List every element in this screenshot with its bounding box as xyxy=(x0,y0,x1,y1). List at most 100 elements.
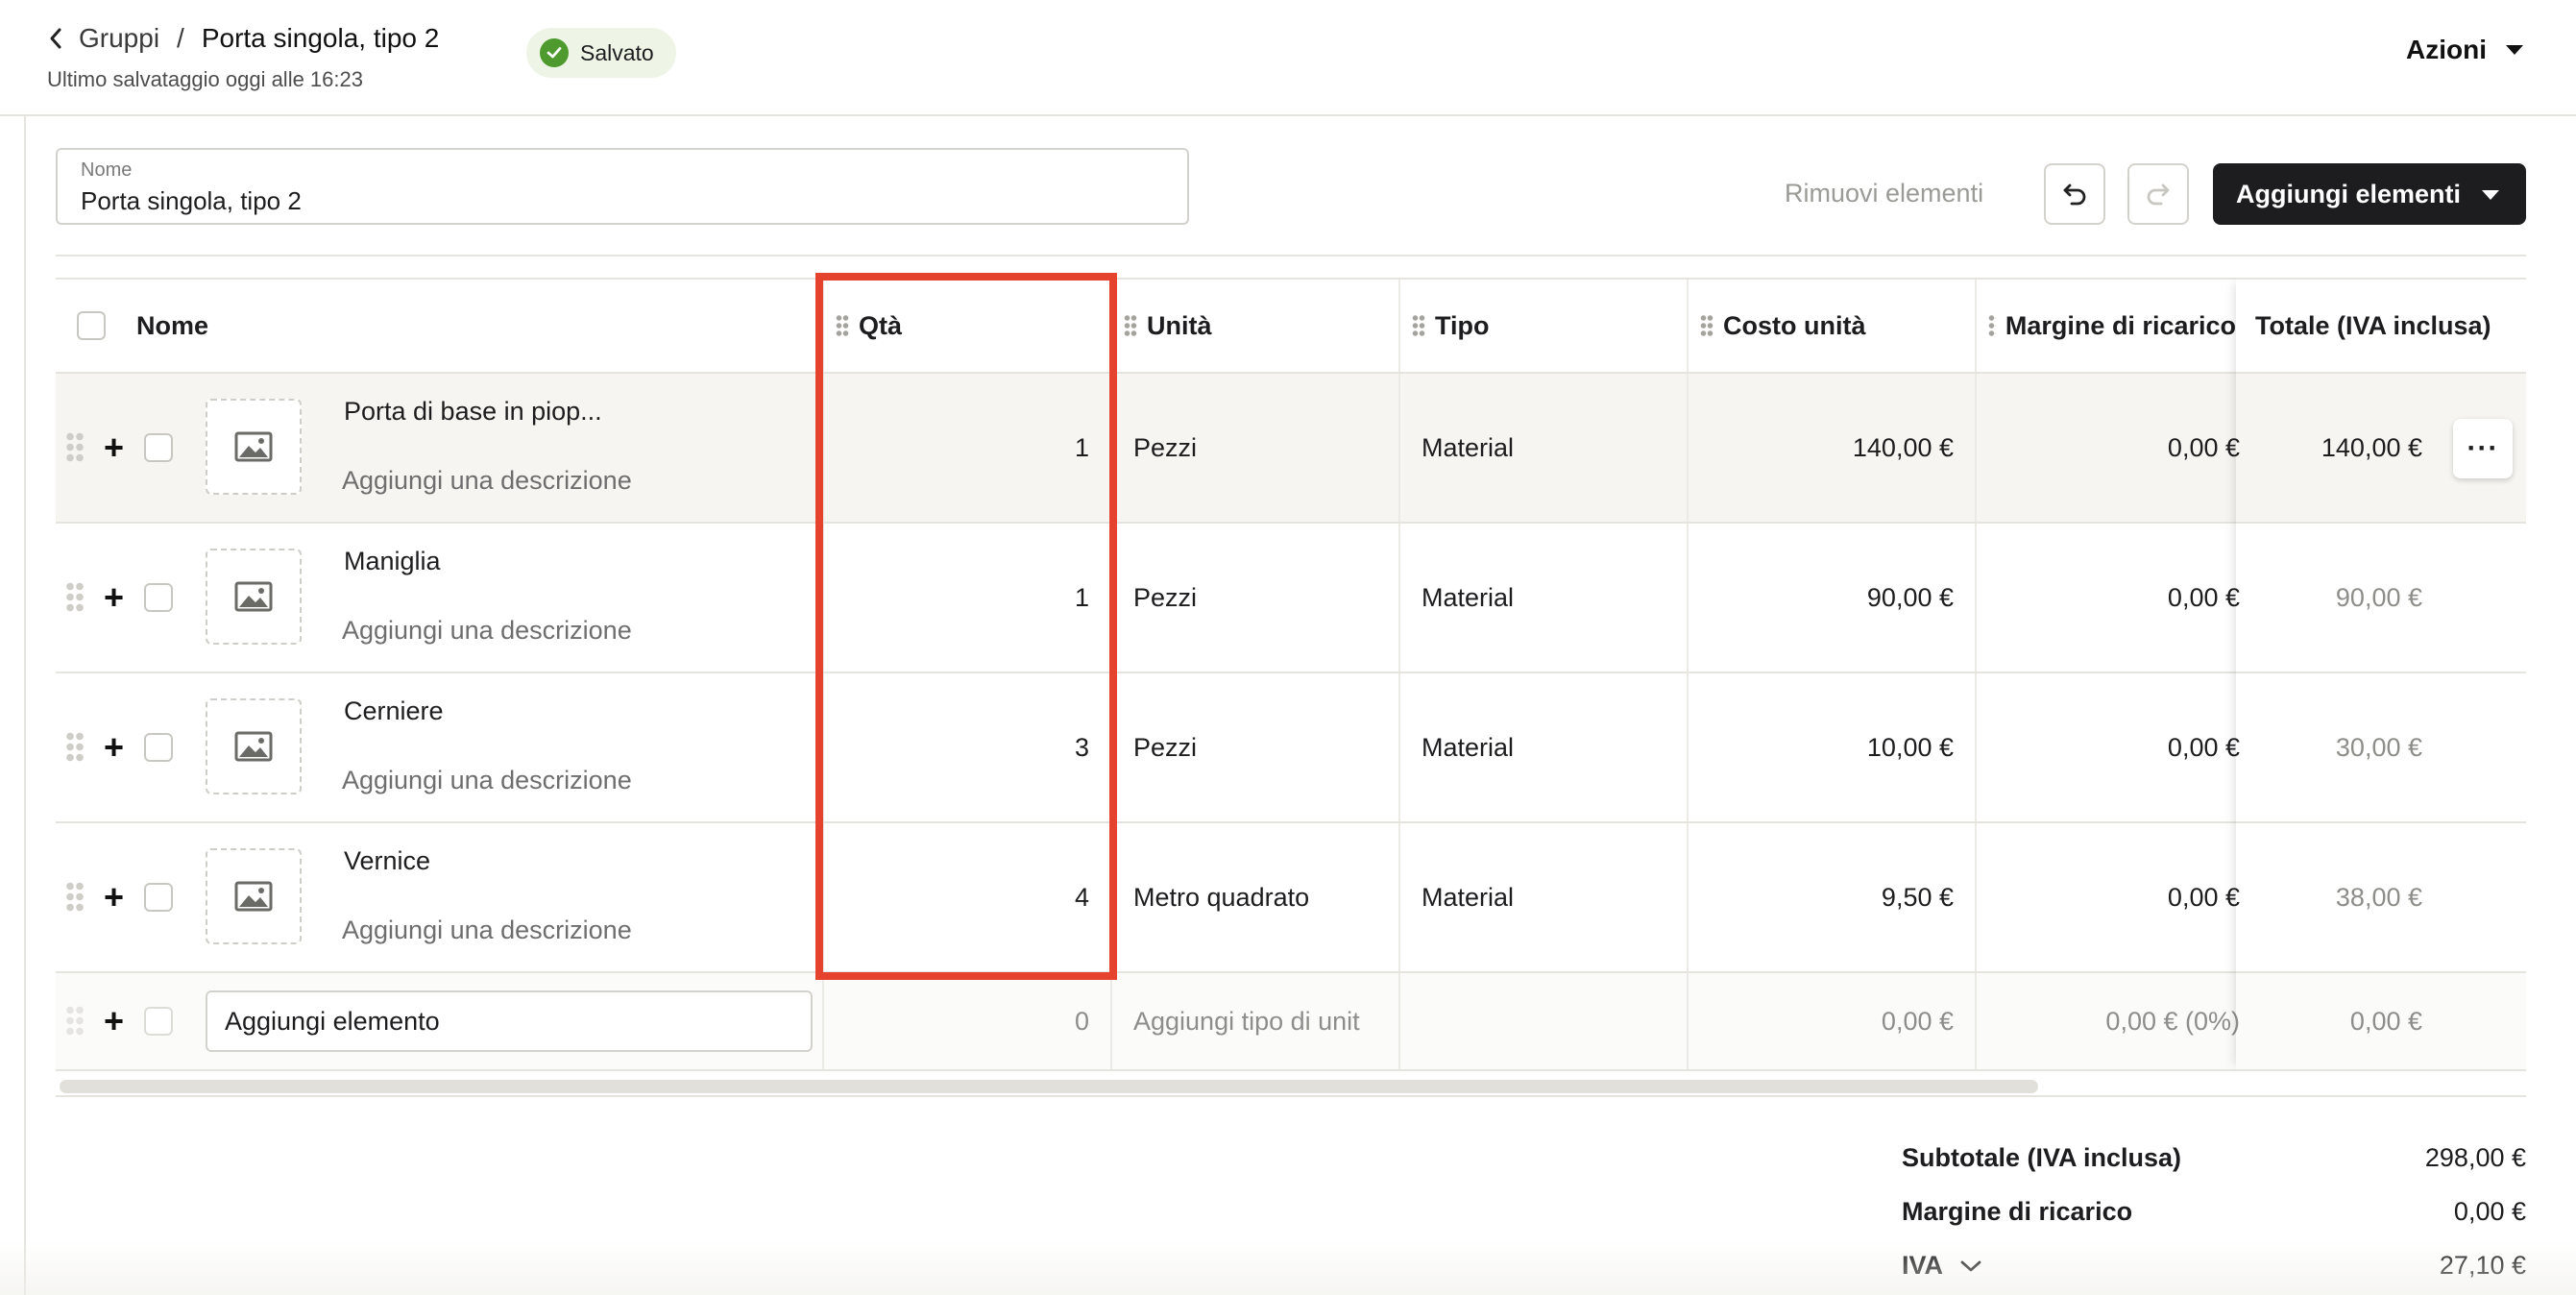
table-row[interactable]: + Maniglia Aggiungi una descrizione 1 Pe… xyxy=(56,524,2526,673)
unit-cost-cell[interactable]: 9,50 € xyxy=(1689,823,1954,971)
column-header-qty-label: Qtà xyxy=(859,310,903,340)
image-placeholder[interactable] xyxy=(206,698,302,794)
column-header-unit[interactable]: Unità xyxy=(1124,280,1212,372)
column-divider xyxy=(1110,280,1112,372)
unit-cost-cell[interactable]: 0,00 € xyxy=(1689,973,1954,1069)
divider xyxy=(56,255,2526,257)
column-header-unit-cost[interactable]: Costo unità xyxy=(1700,280,1866,372)
more-options-button[interactable]: ··· xyxy=(2453,419,2513,478)
redo-button[interactable] xyxy=(2127,163,2189,225)
column-header-type-label: Tipo xyxy=(1435,310,1490,340)
plus-icon[interactable]: + xyxy=(104,880,124,915)
add-items-button[interactable]: Aggiungi elementi xyxy=(2213,163,2526,225)
panel-border xyxy=(24,116,26,1295)
drag-handle-icon xyxy=(65,1005,85,1038)
item-description[interactable]: Aggiungi una descrizione xyxy=(342,466,632,496)
item-description[interactable]: Aggiungi una descrizione xyxy=(342,916,632,945)
unit-cell[interactable]: Pezzi xyxy=(1133,673,1197,821)
drag-handle-icon[interactable] xyxy=(65,431,85,464)
actions-menu-button[interactable]: Azioni xyxy=(2406,35,2523,65)
image-placeholder[interactable] xyxy=(206,848,302,944)
row-drag-cell xyxy=(65,673,94,821)
markup-cell[interactable]: 0,00 € (0%) xyxy=(1977,973,2240,1069)
unit-cost-cell[interactable]: 140,00 € xyxy=(1689,374,1954,522)
markup-cell[interactable]: 0,00 € xyxy=(1977,673,2240,821)
remove-items-button[interactable]: Rimuovi elementi xyxy=(1785,179,1983,208)
qty-cell[interactable]: 4 xyxy=(824,823,1089,971)
markup-cell[interactable]: 0,00 € xyxy=(1977,374,2240,522)
image-icon xyxy=(234,881,273,912)
qty-cell[interactable]: 3 xyxy=(824,673,1089,821)
plus-icon[interactable]: + xyxy=(104,430,124,465)
drag-handle-icon[interactable] xyxy=(836,314,849,337)
unit-input[interactable]: Aggiungi tipo di unit xyxy=(1133,973,1393,1069)
qty-cell[interactable]: 1 xyxy=(824,524,1089,672)
drag-handle-icon[interactable] xyxy=(65,881,85,914)
markup-cell[interactable]: 0,00 € xyxy=(1977,823,2240,971)
item-name[interactable]: Cerniere xyxy=(344,696,444,726)
summary-vat-row[interactable]: IVA 27,10 € xyxy=(1902,1251,2526,1283)
item-name[interactable]: Porta di base in piop... xyxy=(344,397,602,427)
row-checkbox[interactable] xyxy=(144,1007,173,1036)
row-checkbox[interactable] xyxy=(144,583,173,612)
caret-down-icon xyxy=(2482,190,2499,200)
type-cell[interactable]: Material xyxy=(1422,673,1514,821)
row-select-cell xyxy=(144,374,173,522)
unit-cell[interactable]: Pezzi xyxy=(1133,374,1197,522)
column-divider xyxy=(1398,973,1400,1069)
column-header-markup[interactable]: Margine di ricarico xyxy=(1988,280,2236,372)
qty-cell[interactable]: 1 xyxy=(824,374,1089,522)
unit-cost-cell[interactable]: 90,00 € xyxy=(1689,524,1954,672)
row-add-cell: + xyxy=(104,374,124,522)
row-checkbox[interactable] xyxy=(144,733,173,762)
plus-icon[interactable]: + xyxy=(104,730,124,765)
undo-button[interactable] xyxy=(2044,163,2105,225)
chevron-left-icon[interactable] xyxy=(48,21,75,56)
table-row[interactable]: + Vernice Aggiungi una descrizione 4 Met… xyxy=(56,823,2526,973)
type-cell[interactable]: Material xyxy=(1422,374,1514,522)
item-name[interactable]: Vernice xyxy=(344,846,430,876)
plus-icon[interactable]: + xyxy=(104,1004,124,1038)
column-header-name[interactable]: Nome xyxy=(136,280,208,372)
unit-cost-cell[interactable]: 10,00 € xyxy=(1689,673,1954,821)
item-description[interactable]: Aggiungi una descrizione xyxy=(342,766,632,795)
unit-cell[interactable]: Metro quadrato xyxy=(1133,823,1309,971)
image-icon xyxy=(234,431,273,462)
group-name-input[interactable] xyxy=(81,186,1137,216)
drag-handle-icon[interactable] xyxy=(1988,314,1996,337)
row-drag-cell xyxy=(65,823,94,971)
item-description[interactable]: Aggiungi una descrizione xyxy=(342,616,632,646)
drag-handle-icon[interactable] xyxy=(1700,314,1713,337)
new-item-row: + 0 Aggiungi tipo di unit 0,00 € 0,00 € … xyxy=(56,973,2526,1071)
vat-toggle[interactable]: IVA xyxy=(1902,1251,1983,1281)
column-header-total[interactable]: Totale (IVA inclusa) xyxy=(2255,280,2491,372)
drag-handle-icon[interactable] xyxy=(1412,314,1425,337)
select-all-checkbox[interactable] xyxy=(77,311,106,340)
drag-handle-icon[interactable] xyxy=(1124,314,1137,337)
image-placeholder[interactable] xyxy=(206,549,302,645)
image-placeholder[interactable] xyxy=(206,399,302,495)
row-checkbox[interactable] xyxy=(144,883,173,912)
type-cell[interactable]: Material xyxy=(1422,823,1514,971)
table-row[interactable]: + Porta di base in piop... Aggiungi una … xyxy=(56,374,2526,524)
check-circle-icon xyxy=(540,38,569,67)
row-checkbox[interactable] xyxy=(144,433,173,462)
markup-cell[interactable]: 0,00 € xyxy=(1977,524,2240,672)
type-cell[interactable]: Material xyxy=(1422,524,1514,672)
ellipsis-icon: ··· xyxy=(2467,432,2499,464)
item-name[interactable]: Maniglia xyxy=(344,547,441,576)
drag-handle-icon[interactable] xyxy=(65,731,85,764)
column-header-qty[interactable]: Qtà xyxy=(836,280,902,372)
plus-icon[interactable]: + xyxy=(104,580,124,615)
column-divider xyxy=(1398,374,1400,522)
group-name-field[interactable]: Nome xyxy=(56,148,1189,225)
breadcrumb-back-link[interactable]: Gruppi xyxy=(79,23,159,54)
column-header-type[interactable]: Tipo xyxy=(1412,280,1490,372)
qty-cell[interactable]: 0 xyxy=(824,973,1089,1069)
table-row[interactable]: + Cerniere Aggiungi una descrizione 3 Pe… xyxy=(56,673,2526,823)
total-cell: 0,00 € xyxy=(2349,1006,2422,1036)
unit-cell[interactable]: Pezzi xyxy=(1133,524,1197,672)
drag-handle-icon[interactable] xyxy=(65,581,85,614)
horizontal-scrollbar[interactable] xyxy=(60,1080,2038,1093)
add-item-input[interactable] xyxy=(206,990,813,1052)
